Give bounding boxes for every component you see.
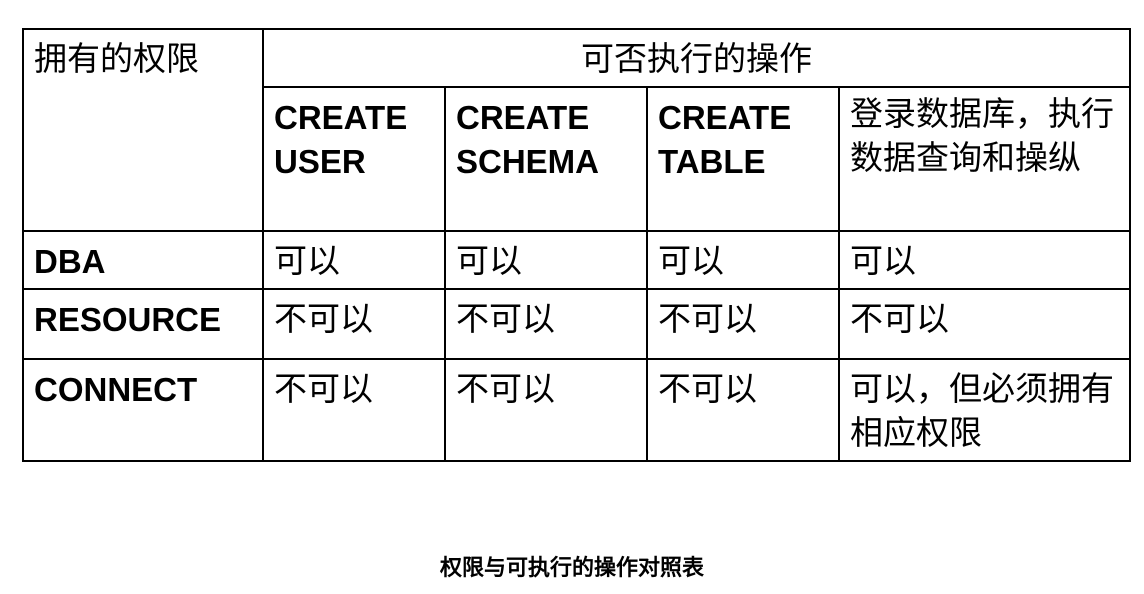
op-column-header: CREATE TABLE [646, 86, 840, 232]
op-column-header: CREATE USER [262, 86, 446, 232]
permission-cell: 可以 [646, 230, 840, 290]
permission-cell: 不可以 [262, 358, 446, 462]
op-column-header: 登录数据库，执行数据查询和操纵 [838, 86, 1131, 232]
permission-cell: 不可以 [444, 358, 648, 462]
permission-cell: 不可以 [646, 358, 840, 462]
table-header-row: 拥有的权限 可否执行的操作 [22, 28, 1131, 232]
permission-cell: 不可以 [262, 288, 446, 360]
operations-header-cell: 可否执行的操作 [262, 28, 1131, 88]
table-row: CONNECT 不可以 不可以 不可以 可以，但必须拥有相应权限 [22, 358, 1131, 462]
permission-cell: 不可以 [838, 288, 1131, 360]
permission-cell: 可以，但必须拥有相应权限 [838, 358, 1131, 462]
permission-cell: 不可以 [444, 288, 648, 360]
corner-header-cell: 拥有的权限 [22, 28, 264, 232]
permission-cell: 可以 [262, 230, 446, 290]
op-column-header: CREATE SCHEMA [444, 86, 648, 232]
role-cell: DBA [22, 230, 264, 290]
permission-cell: 可以 [444, 230, 648, 290]
table-row: RESOURCE 不可以 不可以 不可以 不可以 [22, 288, 1131, 360]
role-cell: RESOURCE [22, 288, 264, 360]
permission-cell: 不可以 [646, 288, 840, 360]
privilege-table: 拥有的权限 可否执行的操作 CREATE USER CREATE SCHEMA … [22, 28, 1131, 462]
table-caption: 权限与可执行的操作对照表 [439, 555, 704, 581]
role-cell: CONNECT [22, 358, 264, 462]
table-row: DBA 可以 可以 可以 可以 [22, 230, 1131, 290]
permission-cell: 可以 [838, 230, 1131, 290]
